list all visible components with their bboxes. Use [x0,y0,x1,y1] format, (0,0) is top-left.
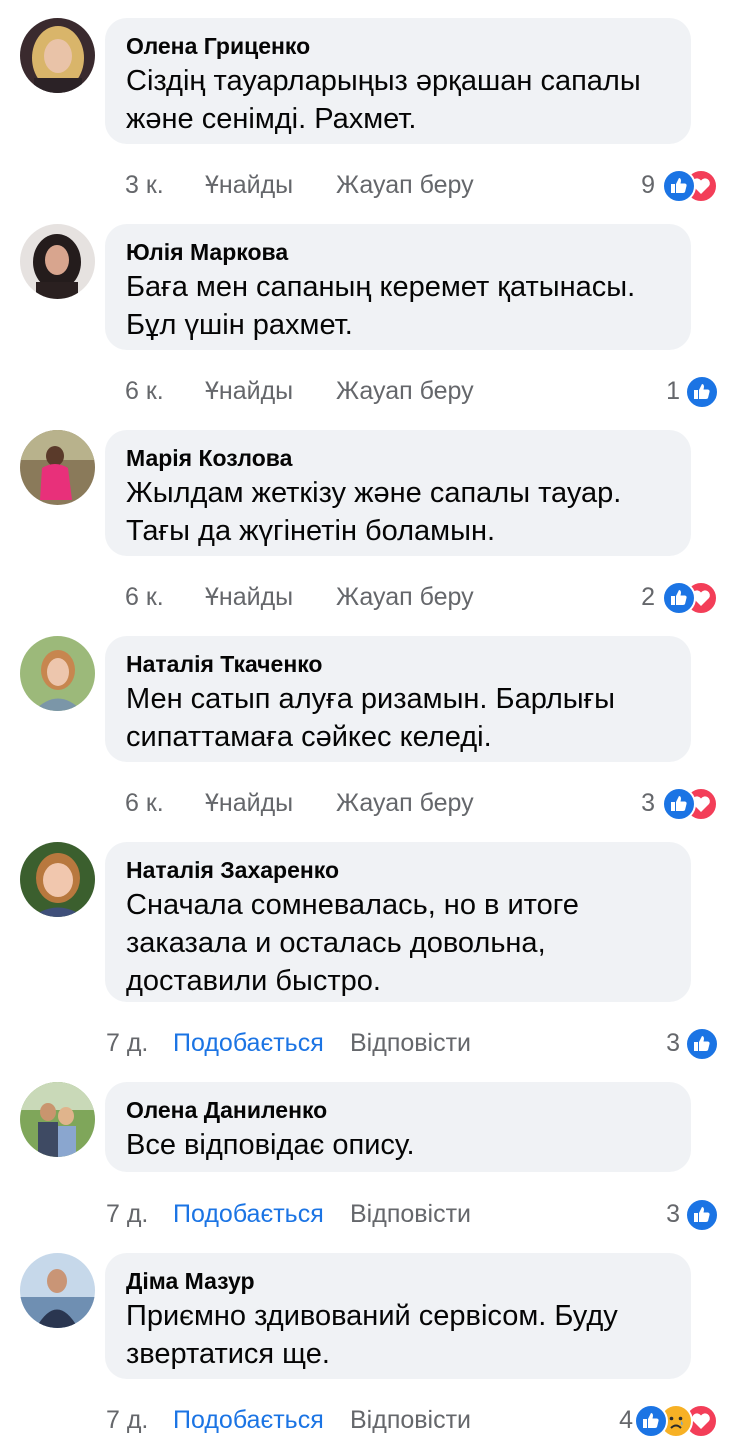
comment-text: доставили быстро. [126,965,381,997]
comment-actions: 3 к. Ұнайды Жауап беру 9 [0,165,736,205]
comment-text: Баға мен сапаның керемет қатынасы. [126,271,636,303]
like-icon [685,1027,719,1061]
reply-button[interactable]: Відповісти [350,1023,471,1063]
comment-bubble: Юлія Маркова Баға мен сапаның керемет қа… [105,224,691,350]
avatar[interactable] [20,1082,95,1157]
comment-text: Мен сатып алуға ризамын. Барлығы [126,683,616,715]
comment-timestamp[interactable]: 3 к. [125,165,164,205]
comment-text: сипаттамаға сәйкес келеді. [126,721,492,753]
comment-text: Приємно здивований сервісом. Буду [126,1300,618,1332]
comment-text: звертатися ще. [126,1338,330,1370]
like-icon [662,787,696,821]
comment-text: Все відповідає опису. [126,1129,415,1161]
reaction-icons[interactable] [685,375,721,409]
avatar[interactable] [20,636,95,711]
reaction-count[interactable]: 2 [630,577,655,617]
comment-author[interactable]: Юлія Маркова [126,238,669,266]
comment-bubble: Олена Гриценко Сіздің тауарларыңыз әрқаш… [105,18,691,144]
comment-timestamp[interactable]: 7 д. [106,1023,148,1063]
comment-bubble: Діма Мазур Приємно здивований сервісом. … [105,1253,691,1379]
reply-button[interactable]: Відповісти [350,1194,471,1234]
like-icon [662,581,696,615]
comment-timestamp[interactable]: 6 к. [125,371,164,411]
comment-text: Сіздің тауарларыңыз әрқашан сапалы [126,65,641,97]
reaction-icons[interactable] [634,1404,722,1438]
comment-bubble: Наталія Захаренко Сначала сомневалась, н… [105,842,691,1002]
reaction-count[interactable]: 3 [655,1194,680,1234]
reaction-count[interactable]: 3 [630,783,655,823]
comment-bubble: Наталія Ткаченко Мен сатып алуға ризамын… [105,636,691,762]
comment-text: Бұл үшін рахмет. [126,309,353,341]
comment-timestamp[interactable]: 7 д. [106,1194,148,1234]
avatar[interactable] [20,224,95,299]
comment-text: заказала и осталась довольна, [126,927,546,959]
like-icon [685,1198,719,1232]
reply-button[interactable]: Відповісти [350,1400,471,1440]
comment-text: Тағы да жүгінетін боламын. [126,515,496,547]
reply-button[interactable]: Жауап беру [336,577,474,617]
reaction-count[interactable]: 1 [655,371,680,411]
comment-author[interactable]: Наталія Ткаченко [126,650,669,678]
couple-park-avatar-icon [20,1082,95,1157]
reaction-count[interactable]: 9 [630,165,655,205]
like-icon [662,169,696,203]
comment-author[interactable]: Олена Гриценко [126,32,669,60]
comment-author[interactable]: Наталія Захаренко [126,856,669,884]
reaction-count[interactable]: 3 [655,1023,680,1063]
comment-text: және сенімді. Рахмет. [126,103,417,135]
avatar[interactable] [20,1253,95,1328]
avatar[interactable] [20,430,95,505]
comment-text: Сначала сомневалась, но в итоге [126,889,579,921]
like-button[interactable]: Подобається [173,1400,324,1440]
reply-button[interactable]: Жауап беру [336,165,474,205]
like-button[interactable]: Ұнайды [205,371,293,411]
like-button[interactable]: Ұнайды [205,783,293,823]
comment-timestamp[interactable]: 7 д. [106,1400,148,1440]
comment-timestamp[interactable]: 6 к. [125,783,164,823]
comment-actions: 6 к. Ұнайды Жауап беру 1 [0,371,736,411]
reaction-icons[interactable] [685,1198,721,1232]
woman-outdoor-avatar-icon [20,636,95,711]
comment-author[interactable]: Олена Даниленко [126,1096,669,1124]
comment-actions: 7 д. Подобається Відповісти 3 [0,1194,736,1234]
comment-actions: 7 д. Подобається Відповісти 3 [0,1023,736,1063]
comment-bubble: Олена Даниленко Все відповідає опису. [105,1082,691,1172]
woman-dark-hair-avatar-icon [20,224,95,299]
like-button[interactable]: Ұнайды [205,577,293,617]
like-icon [685,375,719,409]
like-button[interactable]: Подобається [173,1194,324,1234]
comment-actions: 6 к. Ұнайды Жауап беру 2 [0,577,736,617]
comment-timestamp[interactable]: 6 к. [125,577,164,617]
avatar[interactable] [20,18,95,93]
man-lake-avatar-icon [20,1253,95,1328]
woman-blonde-avatar-icon [20,18,95,93]
like-button[interactable]: Ұнайды [205,165,293,205]
reaction-icons[interactable] [662,787,722,821]
woman-smiling-avatar-icon [20,842,95,917]
like-icon [634,1404,668,1438]
reaction-count[interactable]: 4 [608,1400,633,1440]
comment-author[interactable]: Марія Козлова [126,444,669,472]
comment-actions: 7 д. Подобається Відповісти 4 [0,1400,736,1440]
comment-author[interactable]: Діма Мазур [126,1267,669,1295]
reply-button[interactable]: Жауап беру [336,783,474,823]
comment-bubble: Марія Козлова Жылдам жеткізу және сапалы… [105,430,691,556]
avatar[interactable] [20,842,95,917]
comment-text: Жылдам жеткізу және сапалы тауар. [126,477,622,509]
reaction-icons[interactable] [662,169,722,203]
child-pink-avatar-icon [20,430,95,505]
reaction-icons[interactable] [685,1027,721,1061]
like-button[interactable]: Подобається [173,1023,324,1063]
reaction-icons[interactable] [662,581,722,615]
comment-actions: 6 к. Ұнайды Жауап беру 3 [0,783,736,823]
reply-button[interactable]: Жауап беру [336,371,474,411]
